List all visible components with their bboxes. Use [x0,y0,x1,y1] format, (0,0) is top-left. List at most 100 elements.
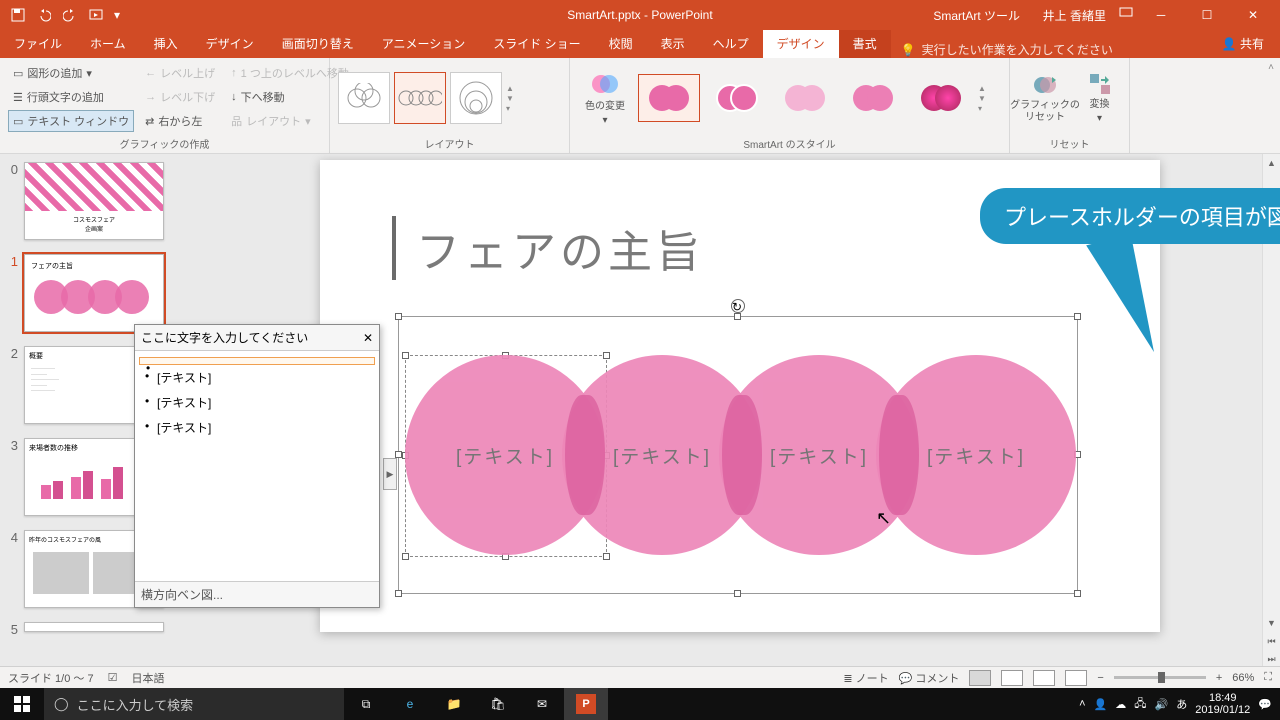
tab-help[interactable]: ヘルプ [699,29,763,58]
text-pane-item[interactable] [139,357,375,365]
thumb-1[interactable]: フェアの主旨 [24,254,164,332]
share-button[interactable]: 👤 共有 [1206,29,1280,58]
qat-more-icon[interactable]: ▾ [110,3,124,27]
maximize-button[interactable]: ☐ [1184,0,1230,30]
mail-icon[interactable]: ✉ [520,688,564,720]
spellcheck-icon[interactable]: ☑ [108,671,118,684]
start-button[interactable] [0,688,44,720]
thumb-5[interactable] [24,622,164,632]
tab-smartart-format[interactable]: 書式 [839,29,891,58]
layout-option-2[interactable] [394,72,446,124]
resize-handle[interactable] [402,352,409,359]
taskbar-search[interactable]: ◯ここに入力して検索 [44,688,344,720]
notes-button[interactable]: ≣ ノート [843,670,888,686]
smartart-text-pane[interactable]: ここに文字を入力してください ✕ [テキスト] [テキスト] [テキスト] 横方… [134,324,380,608]
redo-icon[interactable] [58,3,82,27]
resize-handle[interactable] [603,553,610,560]
collapse-ribbon-icon[interactable]: ˄ [1262,58,1280,153]
start-from-beginning-icon[interactable] [84,3,108,27]
tab-file[interactable]: ファイル [0,29,76,58]
fit-to-window-icon[interactable]: ⛶ [1264,671,1272,684]
thumb-0[interactable]: コスモスフェア 企画案 [24,162,164,240]
style-more[interactable]: ▾ [978,104,986,113]
add-bullet-button[interactable]: ☰ 行頭文字の追加 [8,86,134,108]
resize-handle[interactable] [734,590,741,597]
user-name[interactable]: 井上 香緒里 [1043,7,1106,24]
scroll-down-icon[interactable]: ▼ [1263,614,1280,632]
system-tray[interactable]: ˄ 👤 ☁ 🖧 🔊 あ 18:492019/01/12 💬 [1079,692,1280,716]
layout-scroll-up[interactable]: ▲ [506,84,514,93]
onedrive-icon[interactable]: ☁ [1115,698,1126,711]
zoom-level[interactable]: 66% [1232,672,1254,684]
resize-handle[interactable] [395,451,402,458]
layout-option-3[interactable] [450,72,502,124]
resize-handle[interactable] [603,352,610,359]
powerpoint-icon[interactable]: P [564,688,608,720]
text-pane-close-icon[interactable]: ✕ [363,331,373,345]
tell-me[interactable]: 💡実行したい作業を入力してください [891,41,1123,58]
undo-icon[interactable] [32,3,56,27]
style-4[interactable] [842,74,904,122]
task-view-icon[interactable]: ⧉ [344,688,388,720]
tab-animations[interactable]: アニメーション [368,29,480,58]
comments-button[interactable]: 💬 コメント [899,670,960,686]
prev-slide-icon[interactable]: ⏮ [1263,632,1280,650]
zoom-slider[interactable] [1114,676,1206,679]
scroll-up-icon[interactable]: ▲ [1263,154,1280,172]
slide-title[interactable]: フェアの主旨 [392,216,704,280]
tray-chevron-icon[interactable]: ˄ [1079,698,1085,710]
store-icon[interactable]: 🛍 [476,688,520,720]
rotate-handle-icon[interactable]: ↻ [731,299,745,313]
clock[interactable]: 18:492019/01/12 [1195,692,1250,716]
add-shape-button[interactable]: ▭ 図形の追加 ▾ [8,62,134,84]
notifications-icon[interactable]: 💬 [1258,698,1272,711]
text-pane-button[interactable]: ▭ テキスト ウィンドウ [8,110,134,132]
text-pane-toggle[interactable]: ▶ [383,458,397,490]
minimize-button[interactable]: ─ [1138,0,1184,30]
layout-scroll-down[interactable]: ▼ [506,94,514,103]
ribbon-display-icon[interactable] [1114,0,1138,24]
tab-transitions[interactable]: 画面切り替え [268,29,368,58]
save-icon[interactable] [6,3,30,27]
rtl-button[interactable]: ⇄ 右から左 [140,110,220,132]
reading-view-icon[interactable] [1033,670,1055,686]
resize-handle[interactable] [1074,590,1081,597]
ime-icon[interactable]: あ [1176,696,1187,712]
resize-handle[interactable] [402,553,409,560]
sorter-view-icon[interactable] [1001,670,1023,686]
language-indicator[interactable]: 日本語 [131,670,164,686]
zoom-out-icon[interactable]: − [1097,672,1103,684]
close-button[interactable]: ✕ [1230,0,1276,30]
normal-view-icon[interactable] [969,670,991,686]
edge-icon[interactable]: e [388,688,432,720]
resize-handle[interactable] [1074,313,1081,320]
change-colors-button[interactable]: 色の変更▾ [578,69,632,127]
slide-counter[interactable]: スライド 1/0 ～ 7 [8,670,94,686]
resize-handle[interactable] [395,590,402,597]
layout-more[interactable]: ▾ [506,104,514,113]
text-pane-item[interactable]: [テキスト] [139,365,375,390]
tab-review[interactable]: 校閲 [595,29,647,58]
volume-icon[interactable]: 🔊 [1155,698,1169,711]
style-1[interactable] [638,74,700,122]
text-pane-item[interactable]: [テキスト] [139,390,375,415]
smartart-container[interactable]: ↻ [ [398,316,1078,594]
convert-button[interactable]: 変換▾ [1078,71,1121,125]
tab-slideshow[interactable]: スライド ショー [479,29,594,58]
tab-design[interactable]: デザイン [192,29,268,58]
reset-graphic-button[interactable]: グラフィックの リセット [1018,72,1072,124]
layout-option-1[interactable] [338,72,390,124]
text-pane-item[interactable]: [テキスト] [139,415,375,440]
style-scroll-up[interactable]: ▲ [978,84,986,93]
tab-smartart-design[interactable]: デザイン [763,29,839,58]
style-scroll-down[interactable]: ▼ [978,94,986,103]
tab-view[interactable]: 表示 [647,29,699,58]
tab-home[interactable]: ホーム [76,29,140,58]
resize-handle[interactable] [734,313,741,320]
slideshow-view-icon[interactable] [1065,670,1087,686]
network-icon[interactable]: 🖧 [1134,695,1146,714]
resize-handle[interactable] [395,313,402,320]
tab-insert[interactable]: 挿入 [140,29,192,58]
style-5[interactable] [910,74,972,122]
style-3[interactable] [774,74,836,122]
